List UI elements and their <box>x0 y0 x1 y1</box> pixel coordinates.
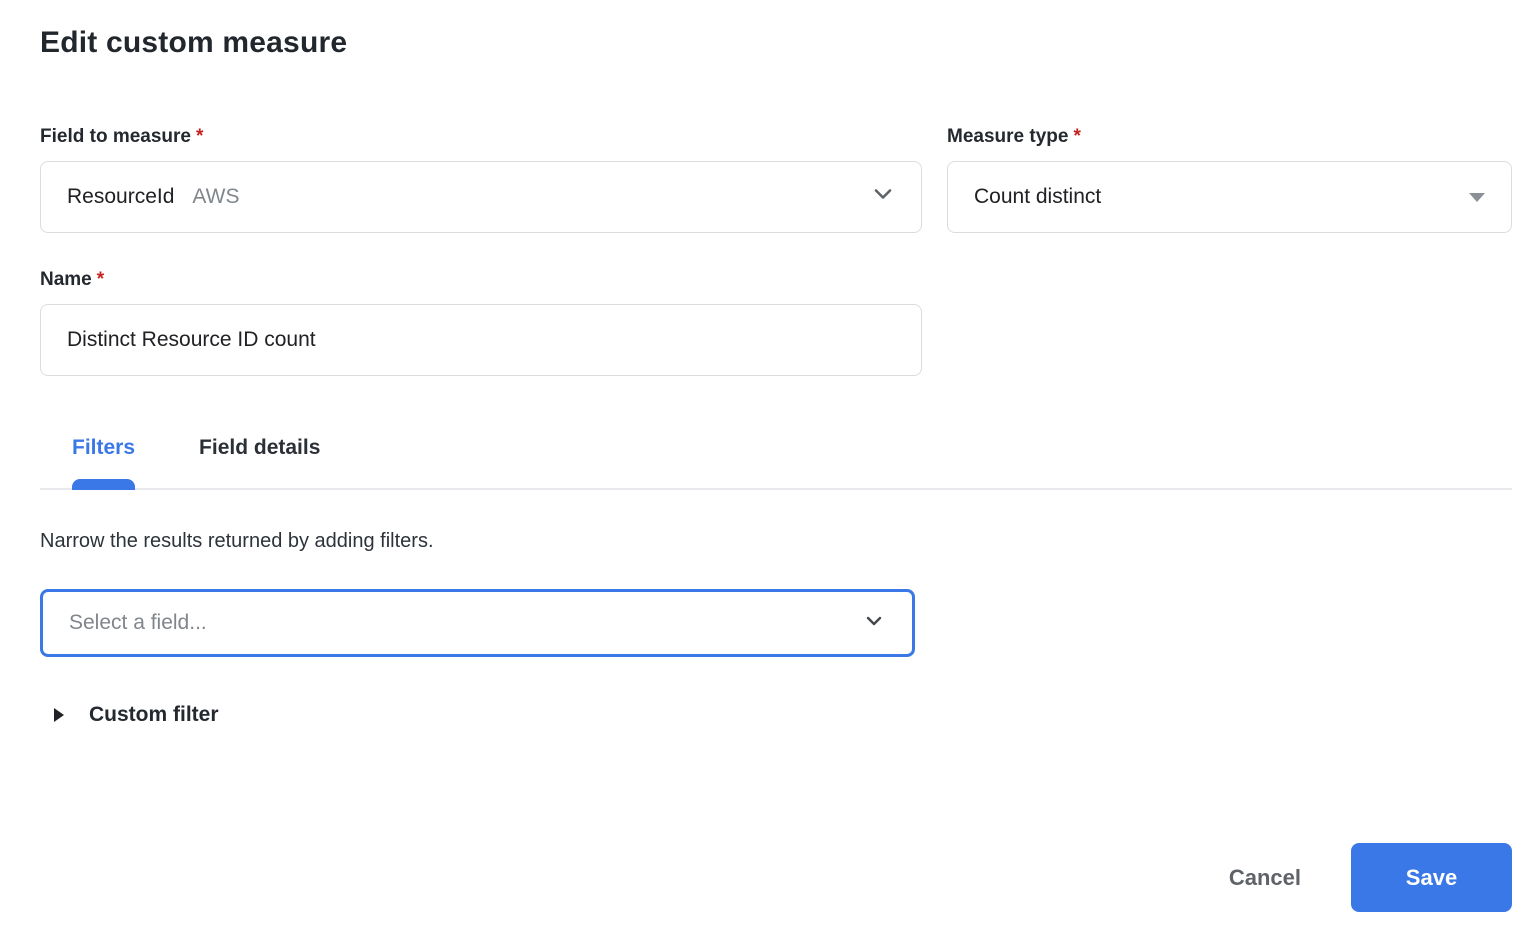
field-to-measure-label-text: Field to measure <box>40 126 191 147</box>
triangle-down-icon <box>1469 192 1485 202</box>
save-button[interactable]: Save <box>1351 843 1512 912</box>
measure-type-group: Measure type * Count distinct <box>947 126 1512 233</box>
field-to-measure-select[interactable]: ResourceId AWS <box>40 161 922 233</box>
measure-type-label-text: Measure type <box>947 126 1069 147</box>
tab-field-details[interactable]: Field details <box>199 436 320 488</box>
filter-field-select[interactable]: Select a field... <box>40 589 915 657</box>
measure-type-label: Measure type * <box>947 126 1512 148</box>
edit-custom-measure-dialog: Edit custom measure Field to measure * Re… <box>0 0 1536 926</box>
name-group: Name * <box>40 269 922 376</box>
required-asterisk: * <box>96 269 105 290</box>
page-title: Edit custom measure <box>40 26 348 59</box>
tab-field-details-label: Field details <box>199 436 321 459</box>
field-to-measure-group: Field to measure * ResourceId AWS <box>40 126 922 233</box>
chevron-down-icon <box>862 609 886 638</box>
filter-field-placeholder: Select a field... <box>69 611 207 634</box>
tabs-divider: Filters Field details <box>40 436 1512 490</box>
tabs: Filters Field details <box>40 436 1512 490</box>
custom-filter-toggle[interactable]: Custom filter <box>40 703 219 727</box>
name-field[interactable] <box>40 304 922 376</box>
top-form-row: Field to measure * ResourceId AWS Measure… <box>40 126 1512 233</box>
required-asterisk: * <box>196 126 204 147</box>
field-to-measure-tag: AWS <box>192 185 240 208</box>
field-to-measure-value: ResourceId <box>67 185 175 208</box>
measure-type-select[interactable]: Count distinct <box>947 161 1512 233</box>
required-asterisk: * <box>1073 126 1081 147</box>
active-tab-indicator <box>72 479 136 490</box>
name-label: Name * <box>40 269 922 291</box>
chevron-down-icon <box>871 182 895 212</box>
tab-filters[interactable]: Filters <box>72 436 136 490</box>
triangle-right-icon <box>54 708 64 722</box>
tab-filters-label: Filters <box>72 436 136 459</box>
filters-description: Narrow the results returned by adding fi… <box>40 530 434 552</box>
name-label-text: Name <box>40 269 92 290</box>
field-to-measure-label: Field to measure * <box>40 126 922 148</box>
measure-type-value: Count distinct <box>974 185 1102 208</box>
cancel-button[interactable]: Cancel <box>1229 865 1301 891</box>
custom-filter-label: Custom filter <box>89 703 219 726</box>
dialog-actions: Cancel Save <box>1229 843 1512 912</box>
